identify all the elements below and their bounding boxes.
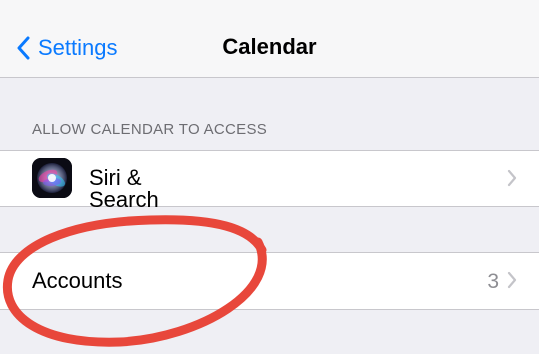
accounts-count: 3 [487, 270, 499, 293]
accounts-label: Accounts [32, 268, 123, 293]
back-button-label: Settings [38, 35, 118, 60]
back-button[interactable]: Settings [16, 31, 118, 65]
chevron-left-icon [17, 36, 30, 60]
siri-icon [32, 158, 72, 198]
siri-search-row[interactable] [0, 150, 539, 207]
chevron-right-icon [507, 169, 517, 187]
section-header: ALLOW CALENDAR TO ACCESS [32, 121, 268, 138]
chevron-right-icon [507, 271, 517, 289]
navigation-bar: Settings Calendar [0, 0, 539, 78]
siri-search-label: Siri & Search [89, 165, 159, 212]
